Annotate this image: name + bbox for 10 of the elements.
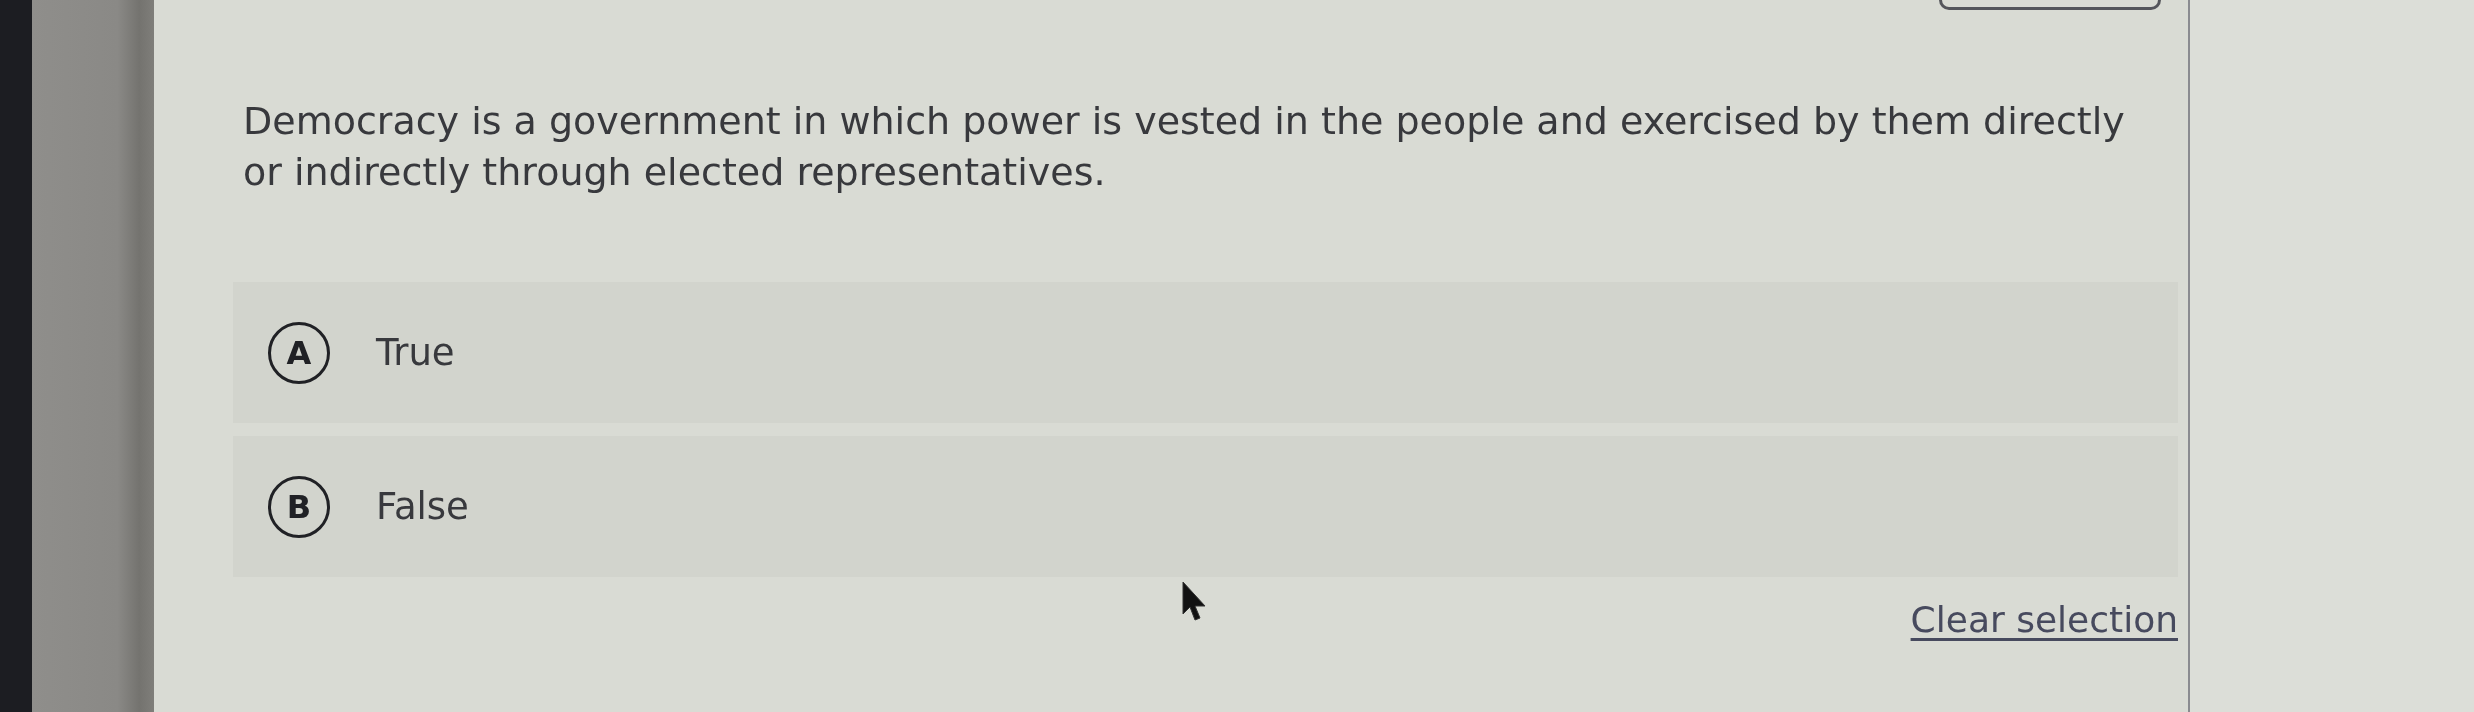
option-letter: A	[268, 321, 330, 384]
cursor-icon	[1181, 580, 1207, 622]
answer-option[interactable]: A True	[233, 282, 2178, 423]
answer-option[interactable]: B False	[233, 436, 2178, 577]
question-text: Democracy is a government in which power is vested in the people and exercised by them directly or indirectly through elected representatives.	[243, 98, 2126, 196]
option-label: True	[376, 331, 455, 374]
option-letter: B	[268, 475, 330, 538]
clear-selection-link[interactable]: Clear selection	[1910, 599, 2178, 640]
button[interactable]	[1939, 0, 2161, 10]
option-label: False	[376, 485, 469, 528]
